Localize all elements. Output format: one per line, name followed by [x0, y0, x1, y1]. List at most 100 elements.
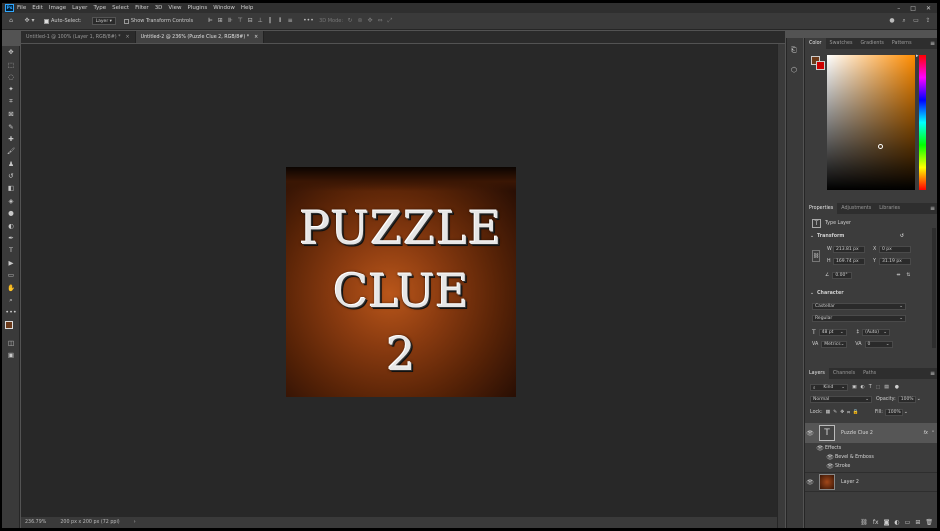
tracking-field[interactable]: 0 ⌄ [864, 341, 893, 348]
menu-plugins[interactable]: Plugins [187, 5, 207, 11]
user-icon[interactable]: ● [889, 18, 895, 24]
new-group-icon[interactable]: ▭ [905, 519, 911, 526]
link-layers-icon[interactable]: ⛓ [860, 519, 868, 526]
frame-tool-icon[interactable]: ⊠ [2, 108, 20, 120]
filter-smart-icon[interactable]: ▤ [884, 385, 889, 390]
menu-image[interactable]: Image [49, 5, 66, 11]
minimize-icon[interactable]: – [897, 5, 900, 12]
eye-icon[interactable]: 👁 [825, 454, 835, 461]
align-middle-icon[interactable]: ⊟ [247, 18, 253, 24]
zoom-tool-icon[interactable]: ⌕ [2, 294, 20, 306]
path-selection-icon[interactable]: ▶ [2, 257, 20, 269]
menu-type[interactable]: Type [93, 5, 106, 11]
align-bottom-icon[interactable]: ⊥ [257, 18, 263, 24]
tab-libraries[interactable]: Libraries [875, 203, 904, 214]
panel-menu-icon[interactable]: ≡ [930, 40, 935, 47]
lock-artboard-icon[interactable]: ⌗ [847, 410, 850, 416]
paint-bucket-icon[interactable]: ◈ [2, 195, 20, 207]
canvas-area[interactable]: PUZZLE CLUE 2 [21, 44, 777, 517]
color-field[interactable] [827, 55, 915, 190]
add-mask-icon[interactable]: ◙ [884, 519, 890, 526]
tab-untitled-1[interactable]: Untitled-1 @ 100% (Layer 1, RGB/8#) * × [21, 31, 136, 43]
chevron-down-icon[interactable]: ▾ [30, 18, 36, 24]
chevron-up-icon[interactable]: ⌃ [931, 431, 935, 436]
panel-menu-icon[interactable]: ≡ [930, 205, 935, 212]
tab-color[interactable]: Color [805, 38, 826, 49]
tab-gradients[interactable]: Gradients [856, 38, 887, 49]
tab-patterns[interactable]: Patterns [888, 38, 916, 49]
delete-layer-icon[interactable]: 🗑 [925, 519, 933, 526]
layer-row-layer-2[interactable]: 👁 Layer 2 [805, 472, 937, 492]
menu-edit[interactable]: Edit [32, 5, 43, 11]
menu-select[interactable]: Select [112, 5, 129, 11]
chevron-down-icon[interactable]: ⌄ [917, 397, 921, 402]
clone-stamp-icon[interactable]: ♟ [2, 158, 20, 170]
distribute-v-icon[interactable]: ≡ [287, 18, 293, 24]
tab-adjustments[interactable]: Adjustments [837, 203, 875, 214]
tab-properties[interactable]: Properties [805, 203, 838, 214]
color-picker-cursor[interactable] [878, 144, 883, 149]
3d-pan-icon[interactable]: ✥ [367, 18, 373, 24]
history-brush-icon[interactable]: ↺ [2, 170, 20, 182]
menu-view[interactable]: View [168, 5, 181, 11]
chevron-down-icon[interactable]: ⌄ [904, 410, 908, 415]
menu-file[interactable]: File [17, 5, 26, 11]
more-options-icon[interactable]: ••• [303, 18, 314, 24]
marquee-tool-icon[interactable]: ⬚ [2, 58, 20, 70]
move-tool-icon[interactable]: ✥ [2, 46, 20, 58]
angle-field[interactable]: 0.00° [832, 272, 853, 279]
fill-field[interactable]: 100% [884, 409, 903, 416]
fx-icon[interactable]: fx [923, 431, 928, 436]
search-icon[interactable]: ⌕ [901, 18, 907, 24]
y-field[interactable]: 31.19 px [879, 258, 911, 265]
font-size-field[interactable]: 48 pt ⌄ [818, 329, 847, 336]
3d-orbit-icon[interactable]: ↻ [347, 18, 353, 24]
font-style-dropdown[interactable]: Regular ⌄ [812, 315, 906, 322]
flip-horizontal-icon[interactable]: ⇹ [896, 273, 900, 278]
eye-icon[interactable]: 👁 [805, 430, 815, 437]
align-center-icon[interactable]: ⊞ [217, 18, 223, 24]
transform-controls-checkbox[interactable] [123, 18, 129, 24]
document-canvas[interactable]: PUZZLE CLUE 2 [286, 167, 516, 397]
new-adjustment-icon[interactable]: ◐ [894, 519, 899, 526]
workspace-icon[interactable]: ▭ [913, 18, 919, 24]
color-swatch-pair[interactable] [811, 56, 825, 70]
x-field[interactable]: 0 px [879, 246, 911, 253]
share-icon[interactable]: ⇪ [925, 18, 931, 24]
eye-icon[interactable]: 👁 [805, 479, 815, 486]
menu-window[interactable]: Window [213, 5, 235, 11]
layer-effect-bevel[interactable]: 👁 Bevel & Emboss [805, 453, 937, 462]
new-layer-icon[interactable]: ⊞ [915, 519, 920, 526]
healing-brush-icon[interactable]: ✚ [2, 133, 20, 145]
layer-row-puzzle-clue[interactable]: 👁 T Puzzle Clue 2 fx ⌃ [805, 423, 937, 443]
layer-effects-row[interactable]: 👁 Effects [805, 444, 937, 453]
filter-toggle-icon[interactable]: ● [895, 385, 899, 390]
hue-slider[interactable]: ▸ [916, 53, 926, 190]
pen-tool-icon[interactable]: ✒ [2, 232, 20, 244]
blend-mode-dropdown[interactable]: Normal ⌄ [810, 396, 872, 403]
magic-wand-icon[interactable]: ✦ [2, 83, 20, 95]
filter-pixel-icon[interactable]: ▣ [852, 385, 857, 390]
leading-field[interactable]: (Auto) ⌄ [862, 329, 891, 336]
blur-tool-icon[interactable]: ● [2, 207, 20, 219]
screen-mode-icon[interactable]: ▣ [2, 349, 20, 361]
hand-tool-icon[interactable]: ✋ [2, 281, 20, 293]
more-tools-icon[interactable]: ••• [2, 306, 20, 318]
align-right-icon[interactable]: ⊪ [227, 18, 233, 24]
align-top-icon[interactable]: ⊤ [237, 18, 243, 24]
flip-vertical-icon[interactable]: ⇅ [906, 273, 910, 278]
3d-slide-icon[interactable]: ⇔ [377, 18, 383, 24]
menu-help[interactable]: Help [241, 5, 254, 11]
width-field[interactable]: 213.81 px [833, 246, 865, 253]
close-tab-icon[interactable]: × [254, 35, 258, 40]
distribute-icon[interactable]: ‖ [267, 18, 273, 24]
dodge-tool-icon[interactable]: ◐ [2, 219, 20, 231]
background-color[interactable] [816, 61, 825, 70]
align-left-icon[interactable]: ⊫ [207, 18, 213, 24]
layer-filter-dropdown[interactable]: ⌕ Kind ⌄ [810, 384, 848, 391]
layer-name[interactable]: Layer 2 [841, 480, 859, 485]
properties-scrollbar[interactable] [932, 228, 936, 348]
rectangle-tool-icon[interactable]: ▭ [2, 269, 20, 281]
close-tab-icon[interactable]: × [126, 35, 130, 40]
type-tool-icon[interactable]: T [2, 244, 20, 256]
